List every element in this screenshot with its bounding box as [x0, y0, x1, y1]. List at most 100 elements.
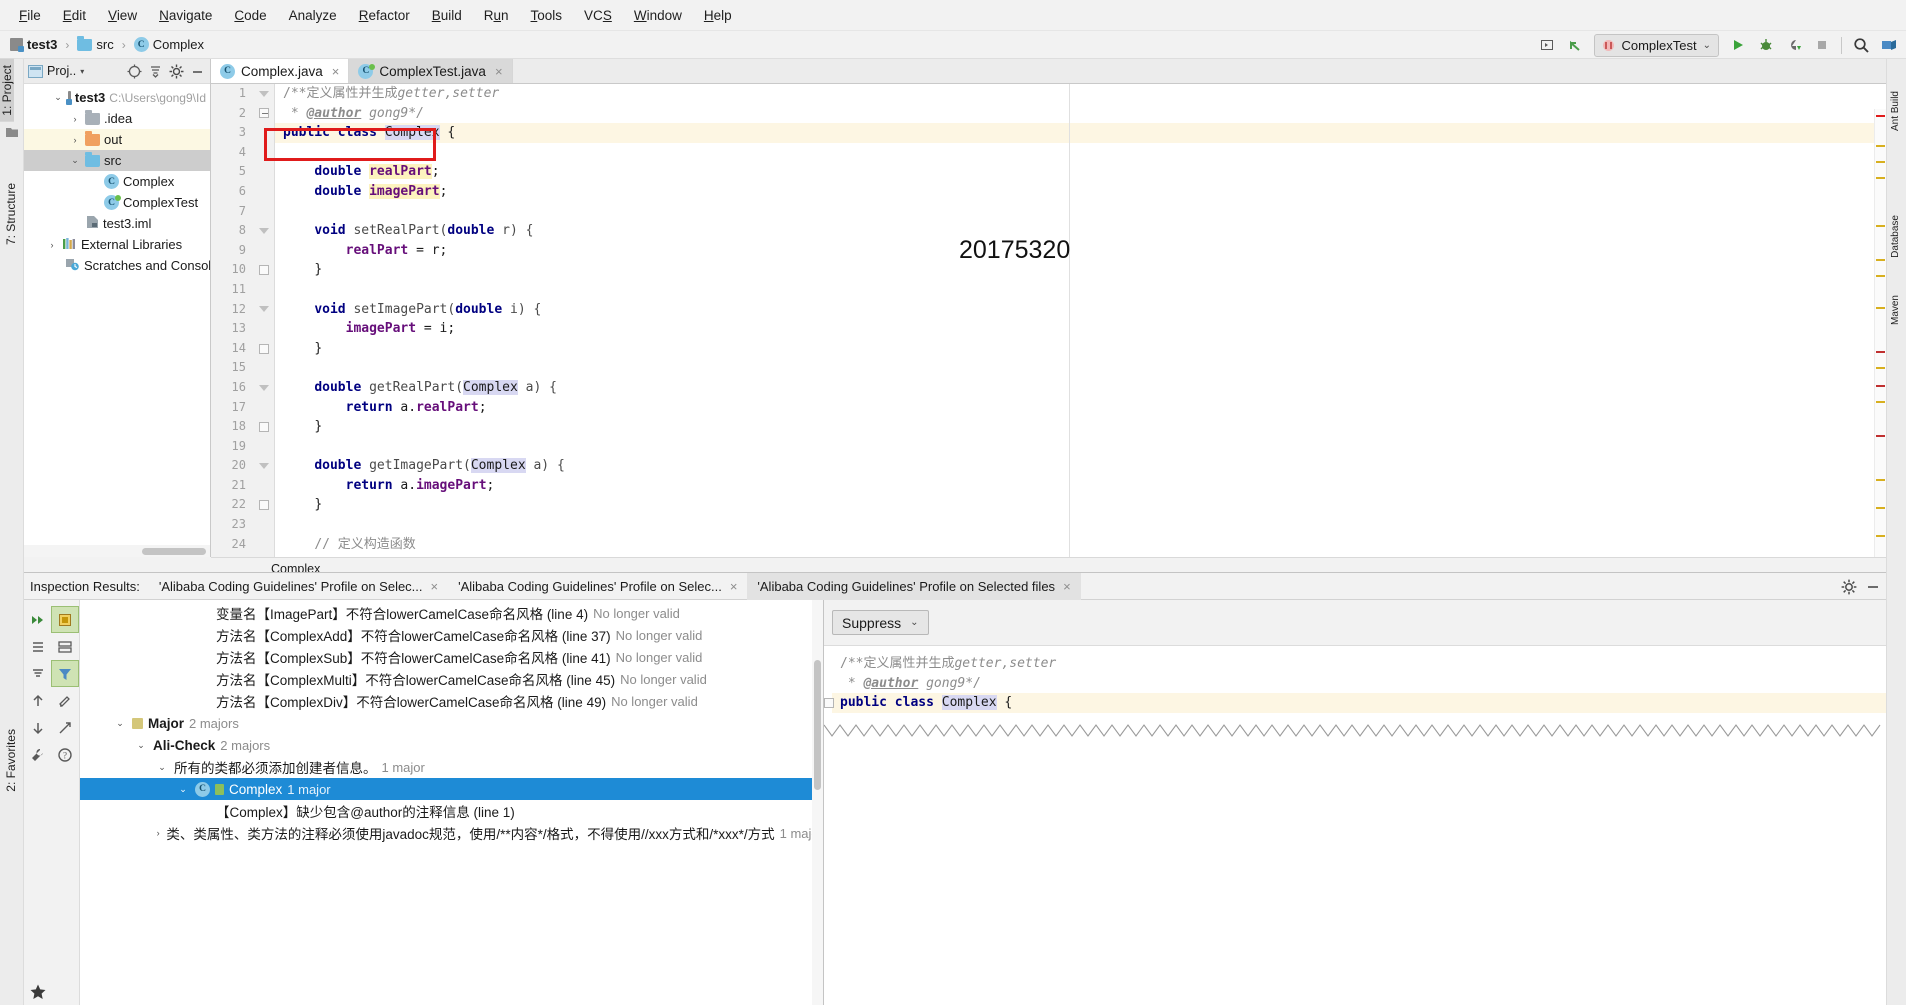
- inspection-row[interactable]: › 类、类属性、类方法的注释必须使用javadoc规范，使用/**内容*/格式，不…: [80, 822, 823, 844]
- inspection-row[interactable]: 方法名【ComplexSub】不符合lowerCamelCase命名风格 (li…: [80, 646, 823, 668]
- sidebar-strip-favorites[interactable]: 2: Favorites: [4, 723, 18, 798]
- inspection-tree[interactable]: 变量名【ImagePart】不符合lowerCamelCase命名风格 (lin…: [80, 600, 824, 1005]
- project-panel-hscrollbar[interactable]: [24, 545, 211, 557]
- search-icon[interactable]: [1848, 33, 1874, 57]
- filter-icon[interactable]: [51, 660, 79, 687]
- code-line[interactable]: [275, 143, 1886, 163]
- sidebar-strip-maven[interactable]: Maven: [1890, 289, 1901, 331]
- code-line[interactable]: void setImagePart(double i) {: [275, 300, 1886, 320]
- inspection-row[interactable]: 方法名【ComplexDiv】不符合lowerCamelCase命名风格 (li…: [80, 690, 823, 712]
- tree-row-complex[interactable]: C Complex: [24, 171, 210, 192]
- error-stripe-mark[interactable]: [1876, 161, 1885, 163]
- code-line[interactable]: double getRealPart(Complex a) {: [275, 378, 1886, 398]
- code-line[interactable]: return a.imagePart;: [275, 476, 1886, 496]
- code-text[interactable]: /**定义属性并生成getter,setter * @author gong9*…: [275, 84, 1886, 557]
- menu-item-view[interactable]: View: [97, 4, 148, 27]
- error-stripe-mark[interactable]: [1876, 479, 1885, 481]
- minimize-icon[interactable]: [1864, 578, 1882, 596]
- tree-row-scratches[interactable]: Scratches and Consoles: [24, 255, 210, 276]
- tree-row-idea[interactable]: › .idea: [24, 108, 210, 129]
- fold-column[interactable]: [253, 84, 275, 554]
- chevron-right-icon[interactable]: ›: [69, 114, 81, 124]
- error-stripe-gutter[interactable]: [1874, 109, 1886, 557]
- expand-all-icon[interactable]: [24, 633, 52, 660]
- code-line[interactable]: // 定义构造函数: [275, 535, 1886, 555]
- fold-end-icon[interactable]: [253, 339, 275, 359]
- back-arrow-icon[interactable]: [1562, 33, 1588, 57]
- error-stripe-mark[interactable]: [1876, 401, 1885, 403]
- chevron-right-icon[interactable]: ›: [69, 135, 81, 145]
- error-stripe-mark[interactable]: [1876, 307, 1885, 309]
- locate-icon[interactable]: [125, 62, 143, 80]
- chevron-down-icon[interactable]: ⌄: [1703, 40, 1711, 51]
- sidebar-strip-project[interactable]: 1: Project: [0, 59, 14, 122]
- run-coverage-icon[interactable]: [1781, 33, 1807, 57]
- chevron-down-icon[interactable]: ⌄: [52, 92, 64, 103]
- fold-end-icon[interactable]: [253, 417, 275, 437]
- code-line[interactable]: }: [275, 260, 1886, 280]
- breadcrumb-file[interactable]: Complex: [153, 37, 204, 52]
- code-line[interactable]: imagePart = i;: [275, 319, 1886, 339]
- tab-complex-java[interactable]: C Complex.java ×: [211, 59, 350, 83]
- suppress-button[interactable]: Suppress ⌄: [832, 610, 929, 635]
- code-line[interactable]: [275, 515, 1886, 535]
- tree-row-out[interactable]: › out: [24, 129, 210, 150]
- edit-settings-icon[interactable]: [52, 687, 80, 714]
- inspection-tab-2[interactable]: 'Alibaba Coding Guidelines' Profile on S…: [448, 573, 747, 600]
- project-panel-title[interactable]: Proj.. ▾: [28, 64, 84, 78]
- fold-end-icon[interactable]: [253, 495, 275, 515]
- chevron-right-icon[interactable]: ›: [155, 828, 161, 838]
- code-line[interactable]: [275, 358, 1886, 378]
- next-icon[interactable]: [24, 714, 52, 741]
- inspection-tab-3[interactable]: 'Alibaba Coding Guidelines' Profile on S…: [747, 572, 1081, 600]
- inspection-tab-1[interactable]: 'Alibaba Coding Guidelines' Profile on S…: [149, 573, 448, 600]
- inspection-row[interactable]: ⌄ Ali-Check 2 majors: [80, 734, 823, 756]
- fold-box-icon[interactable]: [824, 698, 834, 708]
- chevron-down-icon[interactable]: ⌄: [155, 762, 169, 773]
- sidebar-strip-database[interactable]: Database: [1890, 209, 1901, 264]
- error-stripe-mark[interactable]: [1876, 507, 1885, 509]
- gear-icon[interactable]: [1840, 578, 1858, 596]
- prev-icon[interactable]: [24, 687, 52, 714]
- help-icon[interactable]: ?: [52, 741, 80, 768]
- chevron-down-icon[interactable]: ▾: [80, 67, 84, 76]
- tree-row-complextest[interactable]: C ComplexTest: [24, 192, 210, 213]
- error-stripe-mark[interactable]: [1876, 275, 1885, 277]
- menu-item-window[interactable]: Window: [623, 4, 693, 27]
- menu-item-navigate[interactable]: Navigate: [148, 4, 223, 27]
- menu-item-analyze[interactable]: Analyze: [278, 4, 348, 27]
- inspection-row[interactable]: ⌄ Major 2 majors: [80, 712, 823, 734]
- gear-icon[interactable]: [167, 62, 185, 80]
- fold-collapse-icon[interactable]: [253, 221, 275, 241]
- fold-end-icon[interactable]: [253, 260, 275, 280]
- menu-item-refactor[interactable]: Refactor: [348, 4, 421, 27]
- chevron-down-icon[interactable]: ⌄: [176, 784, 190, 795]
- inspection-row[interactable]: 【Complex】缺少包含@author的注释信息 (line 1): [80, 800, 823, 822]
- code-editor-area[interactable]: 1 2 3 4 5 6 7 8 9 10 11 12 13 14 15 16 17 18 19 20 21 22 23 24 …: [211, 84, 1886, 557]
- code-line[interactable]: realPart = r;: [275, 241, 1886, 261]
- project-structure-icon[interactable]: [1876, 33, 1902, 57]
- sidebar-strip-structure[interactable]: 7: Structure: [4, 177, 18, 251]
- scrollbar-thumb[interactable]: [814, 660, 821, 790]
- code-line[interactable]: [275, 437, 1886, 457]
- code-line[interactable]: void setRealPart(double r) {: [275, 221, 1886, 241]
- chevron-right-icon[interactable]: ›: [46, 240, 58, 250]
- inspection-row[interactable]: 变量名【ImagePart】不符合lowerCamelCase命名风格 (lin…: [80, 602, 823, 624]
- error-stripe-mark[interactable]: [1876, 225, 1885, 227]
- code-line[interactable]: double realPart;: [275, 162, 1886, 182]
- inspection-row[interactable]: ⌄ 所有的类都必须添加创建者信息。 1 major: [80, 756, 823, 778]
- menu-item-file[interactable]: File: [8, 4, 52, 27]
- scrollbar-thumb[interactable]: [142, 548, 206, 555]
- menu-item-build[interactable]: Build: [421, 4, 473, 27]
- code-line[interactable]: /**定义属性并生成getter,setter: [275, 84, 1886, 104]
- stop-icon[interactable]: [1809, 33, 1835, 57]
- menu-item-run[interactable]: Run: [473, 4, 520, 27]
- error-stripe-mark[interactable]: [1876, 385, 1885, 387]
- restore-layout-icon[interactable]: [1534, 33, 1560, 57]
- code-line[interactable]: }: [275, 417, 1886, 437]
- inspection-row[interactable]: 方法名【ComplexMulti】不符合lowerCamelCase命名风格 (…: [80, 668, 823, 690]
- export-icon[interactable]: [51, 606, 79, 633]
- code-line[interactable]: [275, 280, 1886, 300]
- move-down-icon[interactable]: [52, 714, 80, 741]
- error-stripe-mark[interactable]: [1876, 259, 1885, 261]
